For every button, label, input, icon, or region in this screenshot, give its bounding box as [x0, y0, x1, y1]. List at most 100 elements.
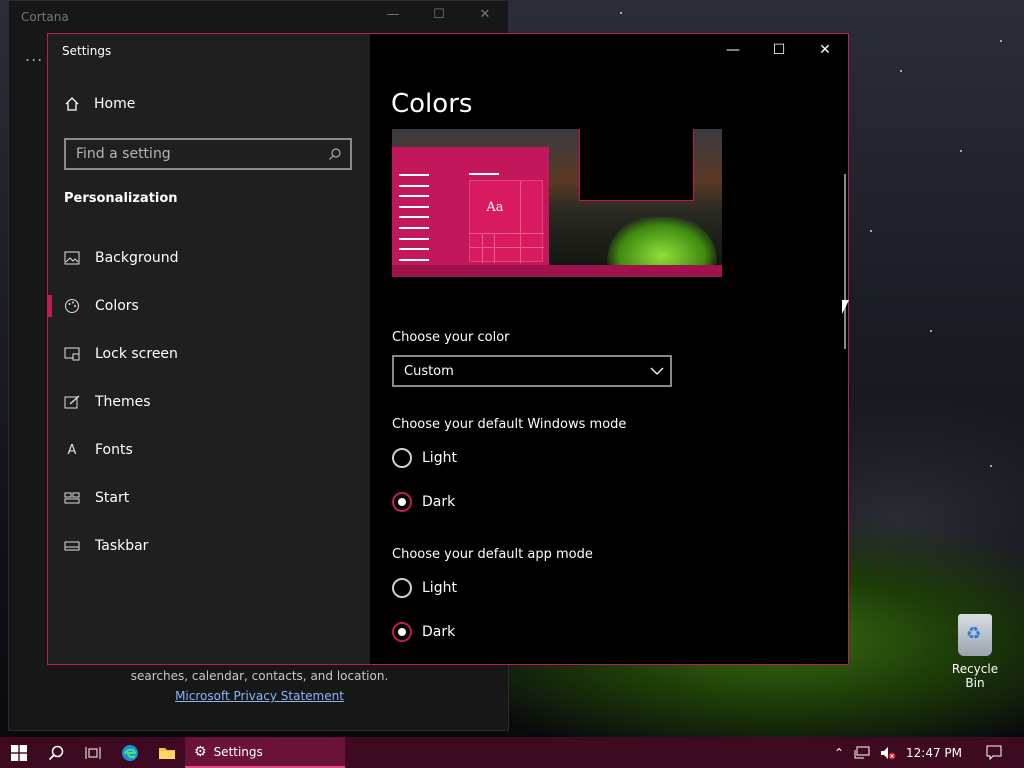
- windows-mode-dark-radio[interactable]: Dark: [392, 492, 455, 512]
- sidebar-item-fonts[interactable]: A Fonts: [48, 430, 370, 470]
- minimize-icon[interactable]: —: [383, 7, 403, 22]
- sidebar-item-label: Start: [95, 490, 130, 506]
- star: [900, 70, 902, 72]
- star: [930, 330, 932, 332]
- home-icon: [65, 97, 79, 111]
- sidebar-item-themes[interactable]: Themes: [48, 382, 370, 422]
- start-button[interactable]: [0, 737, 37, 768]
- sidebar-item-lock-screen[interactable]: Lock screen: [48, 334, 370, 374]
- preview-sample-text: Aa: [486, 199, 504, 215]
- preview-start-menu: Aa: [392, 147, 549, 272]
- settings-window[interactable]: Settings Home Find a setting Personaliza…: [47, 33, 849, 665]
- folder-icon: [158, 747, 175, 759]
- choose-color-dropdown[interactable]: Custom: [392, 355, 672, 387]
- chevron-down-icon: [650, 367, 664, 375]
- sidebar-item-label: Themes: [95, 394, 151, 410]
- recycle-bin-icon: [958, 614, 992, 656]
- clock[interactable]: 12:47 PM: [906, 746, 962, 760]
- sidebar-item-label: Background: [95, 250, 179, 266]
- choose-color-label: Choose your color: [392, 330, 510, 345]
- lock-screen-icon: [64, 346, 80, 362]
- color-preview: Aa: [392, 129, 722, 277]
- gear-icon: ⚙: [194, 743, 207, 760]
- picture-icon: [64, 250, 80, 266]
- maximize-icon[interactable]: ☐: [767, 42, 791, 58]
- radio-circle[interactable]: [392, 492, 412, 512]
- scrollbar-thumb[interactable]: [844, 174, 846, 349]
- sidebar-item-label: Taskbar: [95, 538, 149, 554]
- volume-muted-icon[interactable]: [880, 746, 896, 760]
- sidebar-item-label: Colors: [95, 298, 139, 314]
- cortana-title: Cortana: [21, 10, 69, 24]
- windows-logo-icon: [10, 744, 27, 761]
- search-icon: [329, 148, 341, 160]
- choose-color-value: Custom: [404, 363, 454, 379]
- app-mode-light-radio[interactable]: Light: [392, 578, 457, 598]
- cortana-link-row: Microsoft Privacy Statement: [9, 689, 510, 703]
- search-button[interactable]: [37, 737, 74, 768]
- section-title: Personalization: [64, 191, 178, 206]
- preview-tent: [607, 217, 717, 265]
- sidebar-item-taskbar[interactable]: Taskbar: [48, 526, 370, 566]
- taskbar-settings-app[interactable]: ⚙ Settings: [185, 737, 345, 768]
- edge-button[interactable]: [111, 737, 148, 768]
- more-options-icon[interactable]: ...: [25, 46, 43, 65]
- close-icon[interactable]: ✕: [475, 7, 495, 22]
- sidebar-item-label: Lock screen: [95, 346, 178, 362]
- app-mode-dark-radio[interactable]: Dark: [392, 622, 455, 642]
- preview-window: [579, 129, 694, 201]
- star: [620, 12, 622, 14]
- minimize-icon[interactable]: —: [721, 42, 745, 58]
- file-explorer-button[interactable]: [148, 737, 185, 768]
- close-icon[interactable]: ✕: [813, 42, 837, 58]
- radio-circle[interactable]: [392, 578, 412, 598]
- star: [960, 150, 962, 152]
- star: [870, 230, 872, 232]
- star: [990, 465, 992, 467]
- fonts-icon: A: [67, 442, 77, 458]
- taskbar-icon: [64, 538, 80, 554]
- app-mode-label: Choose your default app mode: [392, 547, 593, 562]
- radio-circle[interactable]: [392, 448, 412, 468]
- recycle-bin-label: Recycle Bin: [951, 662, 999, 690]
- radio-label: Dark: [422, 624, 456, 640]
- themes-icon: [64, 394, 80, 410]
- network-icon[interactable]: [854, 746, 870, 760]
- preview-taskbar: [392, 265, 722, 277]
- radio-label: Dark: [422, 494, 456, 510]
- start-icon: [64, 490, 80, 506]
- sidebar-item-background[interactable]: Background: [48, 238, 370, 278]
- task-view-icon: [85, 746, 100, 759]
- search-placeholder: Find a setting: [76, 146, 171, 162]
- taskbar: ⚙ Settings ⌃ 12:47 PM: [0, 737, 1024, 768]
- home-nav-item[interactable]: Home: [64, 96, 135, 112]
- home-label: Home: [94, 96, 136, 112]
- radio-label: Light: [422, 450, 457, 466]
- search-input[interactable]: Find a setting: [64, 138, 352, 170]
- page-title: Colors: [391, 89, 473, 119]
- sidebar-item-start[interactable]: Start: [48, 478, 370, 518]
- edge-browser-icon: [121, 744, 138, 761]
- preview-tiles: Aa: [469, 180, 544, 263]
- privacy-statement-link[interactable]: Microsoft Privacy Statement: [175, 689, 344, 703]
- cortana-info-text: searches, calendar, contacts, and locati…: [130, 669, 389, 683]
- star: [1000, 40, 1002, 42]
- sidebar-item-colors[interactable]: Colors: [48, 286, 370, 326]
- sidebar-item-label: Fonts: [95, 442, 133, 458]
- sidebar: Settings Home Find a setting Personaliza…: [48, 34, 370, 664]
- radio-label: Light: [422, 580, 457, 596]
- taskbar-app-label: Settings: [213, 744, 263, 759]
- chevron-up-icon[interactable]: ⌃: [834, 746, 844, 760]
- palette-icon: [64, 298, 80, 314]
- windows-mode-light-radio[interactable]: Light: [392, 448, 457, 468]
- window-title: Settings: [62, 44, 112, 58]
- task-view-button[interactable]: [74, 737, 111, 768]
- maximize-icon[interactable]: ☐: [429, 7, 449, 22]
- mouse-cursor: [842, 300, 849, 314]
- radio-circle[interactable]: [392, 622, 412, 642]
- notification-icon[interactable]: [986, 745, 1002, 761]
- system-tray: ⌃ 12:47 PM: [834, 737, 1024, 768]
- preview-list-lines: [399, 174, 429, 277]
- recycle-bin[interactable]: Recycle Bin: [944, 614, 1006, 690]
- preview-line: [469, 173, 499, 175]
